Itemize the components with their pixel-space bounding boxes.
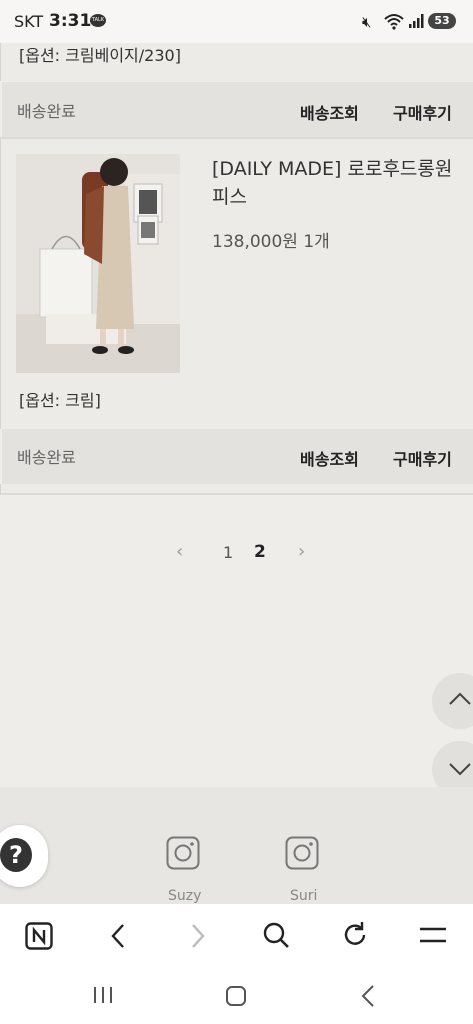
order-option: [옵션: 크림베이지/230] (19, 46, 181, 65)
signal-icon (409, 14, 424, 28)
back-icon[interactable] (108, 922, 128, 950)
clock: 3:31 (49, 11, 92, 31)
track-delivery-button[interactable]: 배송조회 (300, 100, 359, 124)
write-review-button[interactable]: 구매후기 (393, 100, 452, 124)
chevron-down-icon (449, 763, 471, 776)
order-option: [옵션: 크림] (19, 391, 101, 410)
product-price: 138,000원 1개 (212, 232, 330, 252)
forward-icon[interactable] (188, 922, 208, 950)
naver-home-icon[interactable] (25, 922, 53, 950)
mute-icon: 🔇︎ (362, 13, 372, 31)
back-icon[interactable] (359, 984, 377, 1008)
refresh-icon[interactable] (341, 921, 369, 949)
browser-toolbar (0, 904, 473, 966)
chevron-up-icon (449, 692, 471, 705)
menu-icon[interactable] (419, 925, 447, 945)
next-page-button[interactable]: › (298, 541, 305, 562)
prev-page-button[interactable]: ‹ (176, 541, 183, 562)
footer (0, 787, 473, 905)
kakaotalk-icon: TALK (90, 14, 106, 27)
shipping-status: 배송완료 (17, 448, 76, 467)
product-image[interactable] (16, 154, 180, 373)
search-icon[interactable] (262, 921, 290, 949)
battery-icon: 53 (428, 13, 456, 29)
product-name[interactable]: [DAILY MADE] 로로후드롱원피스 (212, 155, 467, 211)
system-nav-bar (0, 966, 473, 1024)
recents-icon[interactable] (92, 986, 114, 1004)
instagram-link-label[interactable]: Suzy (168, 888, 201, 904)
instagram-icon[interactable] (285, 836, 319, 870)
home-icon[interactable] (225, 985, 247, 1007)
scroll-top-button[interactable] (432, 673, 473, 729)
instagram-link-label[interactable]: Suri (290, 888, 317, 904)
help-button[interactable]: ? (0, 825, 48, 887)
carrier-label: SKT (14, 12, 44, 31)
page-link-1[interactable]: 1 (223, 543, 233, 562)
help-icon: ? (0, 838, 32, 872)
write-review-button[interactable]: 구매후기 (393, 446, 452, 470)
shipping-status: 배송완료 (17, 102, 76, 121)
track-delivery-button[interactable]: 배송조회 (300, 446, 359, 470)
wifi-icon (384, 14, 404, 30)
divider (0, 484, 473, 495)
page-link-2-current[interactable]: 2 (254, 542, 266, 562)
instagram-icon[interactable] (166, 836, 200, 870)
